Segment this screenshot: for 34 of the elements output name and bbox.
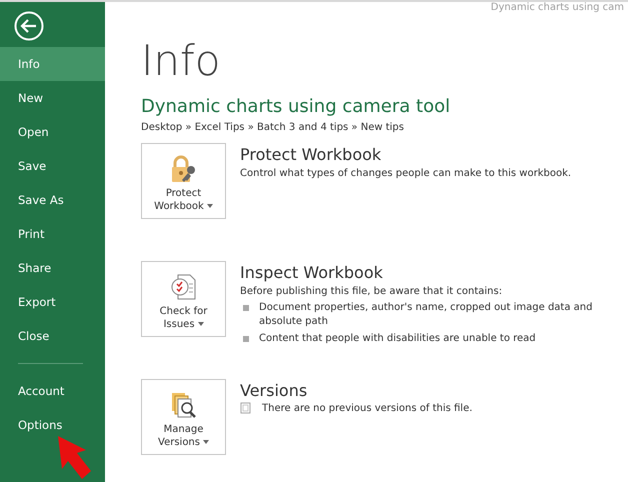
- section-heading: Versions: [240, 381, 308, 400]
- bullet-text: Document properties, author's name, cropped out image data and absolute path: [259, 301, 594, 328]
- menu-item[interactable]: Options: [0, 408, 105, 442]
- window-title: Dynamic charts using cam: [490, 2, 624, 13]
- file-path: Desktop » Excel Tips » Batch 3 and 4 tips » New tips: [141, 122, 405, 133]
- action-button[interactable]: Check for Issues: [141, 261, 226, 337]
- page-title: Info: [141, 40, 222, 82]
- action-button[interactable]: Manage Versions: [141, 379, 226, 455]
- menu-item[interactable]: Info: [0, 47, 105, 81]
- menu-item[interactable]: Share: [0, 251, 105, 285]
- bullet-icon: [243, 336, 249, 342]
- bullet-text: Content that people with disabilities are unable to read: [259, 332, 536, 346]
- menu-item[interactable]: Print: [0, 217, 105, 251]
- caret-icon: [202, 440, 209, 444]
- menu-item[interactable]: Account: [0, 374, 105, 408]
- bullet-icon: [243, 305, 249, 311]
- document-title: Dynamic charts using camera tool: [141, 96, 452, 117]
- section-description: Control what types of changes people can make to this workbook.: [240, 168, 572, 179]
- menu-item[interactable]: Save: [0, 149, 105, 183]
- document-icon: [240, 402, 252, 414]
- menu-item[interactable]: New: [0, 81, 105, 115]
- section-description: Before publishing this file, be aware that it contains:: [240, 286, 504, 297]
- menu-item[interactable]: Close: [0, 319, 105, 353]
- menu-item[interactable]: Open: [0, 115, 105, 149]
- section-heading: Inspect Workbook: [240, 263, 384, 282]
- caret-icon: [198, 322, 204, 326]
- menu-item[interactable]: Save As: [0, 183, 105, 217]
- caret-icon: [206, 204, 213, 208]
- checklist-document-icon: [168, 272, 198, 302]
- note-text: There are no previous versions of this file.: [262, 402, 472, 416]
- menu-item[interactable]: Export: [0, 285, 105, 319]
- action-button[interactable]: Protect Workbook: [141, 143, 226, 219]
- pointer-arrow-icon: [56, 434, 92, 480]
- section-heading: Protect Workbook: [240, 145, 382, 164]
